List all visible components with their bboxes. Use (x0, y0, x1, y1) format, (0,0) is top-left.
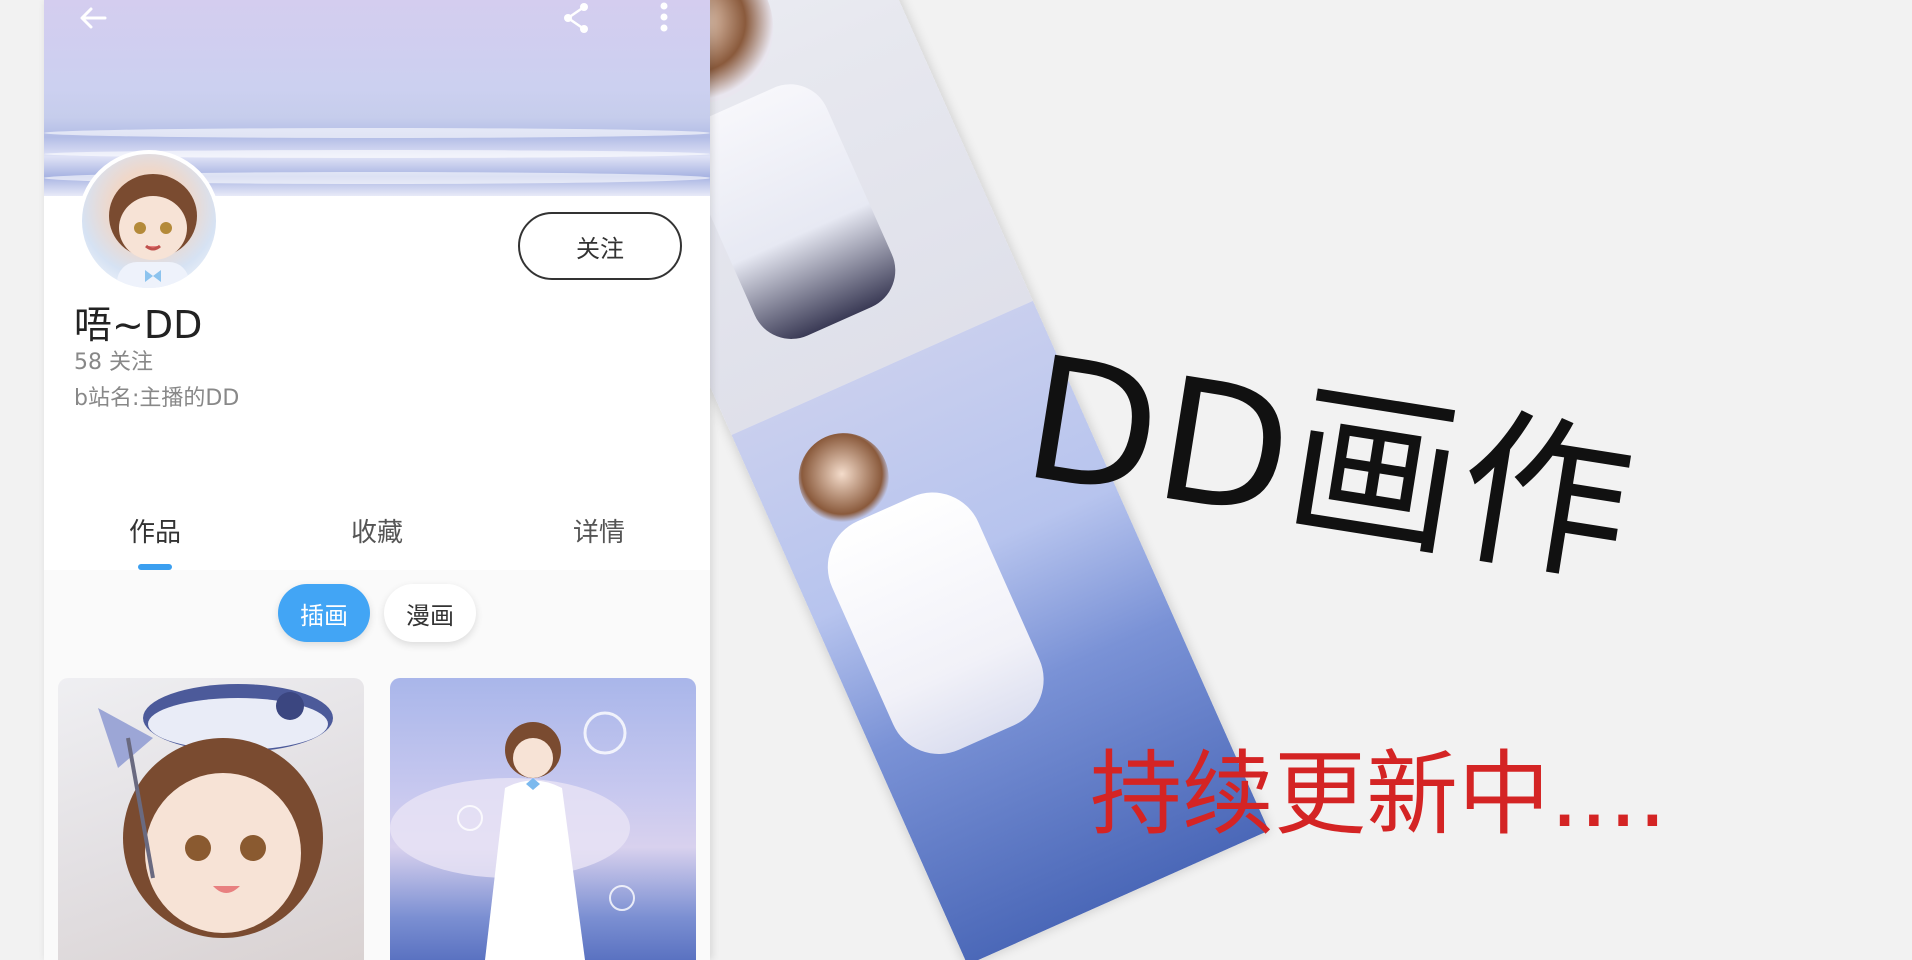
bio: b站名:主播的DD (74, 386, 240, 411)
category-filter: 插画 漫画 (44, 584, 710, 648)
follow-button[interactable]: 关注 (518, 212, 682, 280)
filter-illustration[interactable]: 插画 (278, 584, 370, 642)
promo-subtitle: 持续更新中.... (1090, 741, 1667, 848)
tab-details[interactable]: 详情 (488, 490, 710, 570)
artwork-thumbnail[interactable] (390, 678, 696, 960)
tab-label: 作品 (128, 517, 181, 548)
avatar[interactable] (78, 150, 220, 292)
active-tab-indicator (138, 564, 172, 570)
artwork-thumbnail[interactable] (58, 678, 364, 960)
back-arrow-icon[interactable] (74, 0, 114, 36)
tab-label: 详情 (572, 517, 625, 548)
follow-count[interactable]: 58 关注 (74, 344, 153, 376)
artwork-grid (44, 678, 710, 960)
filter-comic[interactable]: 漫画 (384, 584, 476, 642)
tab-works[interactable]: 作品 (44, 490, 266, 570)
more-vertical-icon[interactable] (644, 0, 684, 36)
tab-label: 收藏 (350, 517, 403, 548)
profile-tabs: 作品 收藏 详情 (44, 490, 710, 570)
tab-favorites[interactable]: 收藏 (266, 490, 488, 570)
phone-profile-screen: 关注 唔~DD 58 关注 b站名:主播的DD 作品 收藏 详情 插画 漫画 (44, 0, 710, 960)
share-icon[interactable] (556, 0, 596, 36)
screen: 关注 唔~DD 58 关注 b站名:主播的DD 作品 收藏 详情 插画 漫画 D… (0, 0, 1912, 960)
username: 唔~DD (74, 303, 203, 347)
